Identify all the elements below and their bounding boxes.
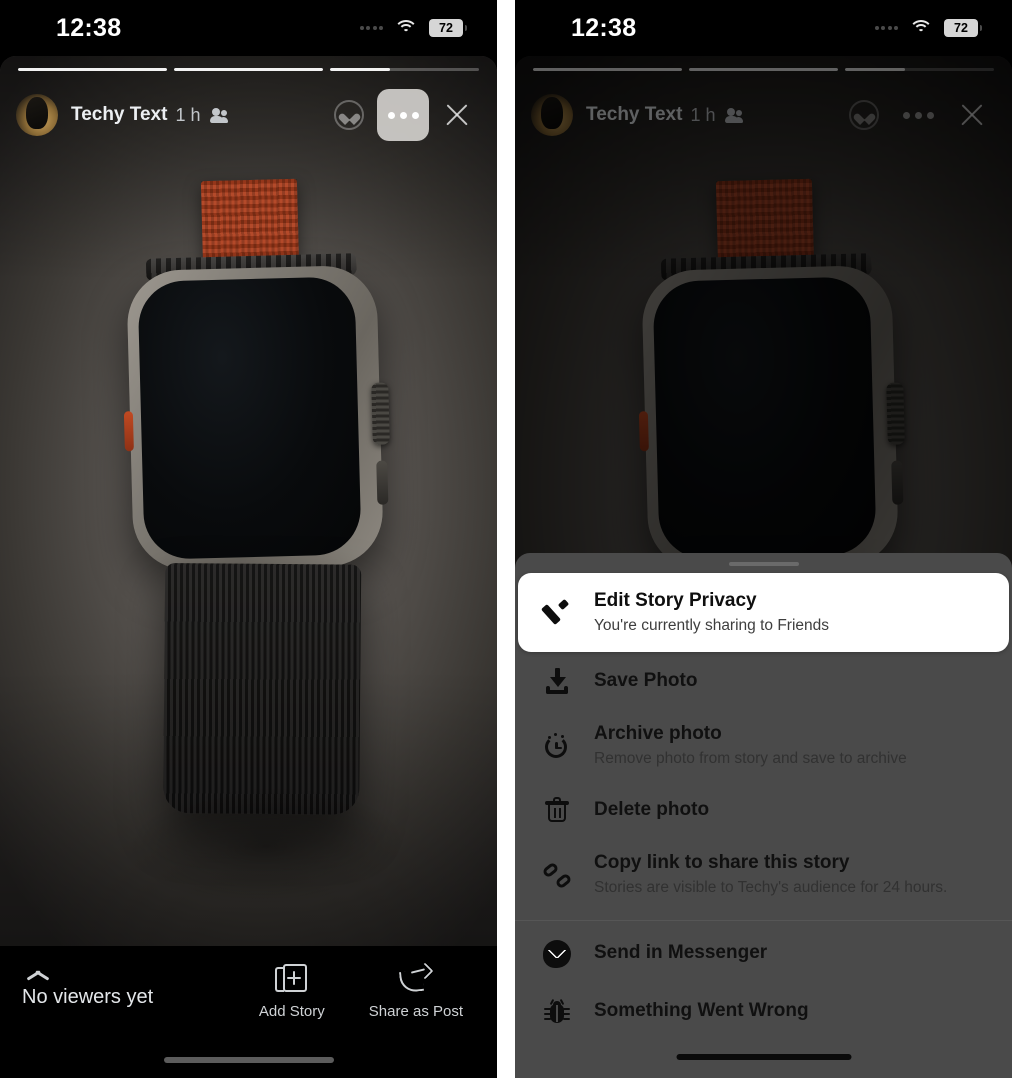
menu-item-title: Send in Messenger: [594, 942, 768, 964]
more-options-button[interactable]: [377, 89, 429, 141]
story-header-actions: [323, 89, 483, 141]
viewers-label: No viewers yet: [22, 986, 154, 1008]
pencil-icon: [541, 597, 573, 629]
add-story-label: Add Story: [258, 1003, 325, 1020]
phone-panel-story-view: 12:38 72 Techy Text 1 h No viewers yet A…: [0, 0, 497, 1078]
story-timestamp: 1 h: [175, 104, 201, 125]
archive-clock-icon: [541, 730, 573, 762]
menu-item-copy-link[interactable]: Copy link to share this story Stories ar…: [515, 839, 1012, 910]
cellular-signal-icon: [359, 26, 383, 30]
status-time: 12:38: [571, 13, 637, 42]
bug-icon: [541, 996, 573, 1028]
menu-item-delete-photo[interactable]: Delete photo: [515, 781, 1012, 839]
menu-item-title: Archive photo: [594, 723, 722, 745]
add-story-button[interactable]: Add Story: [259, 964, 325, 1020]
menu-item-title: Something Went Wrong: [594, 1000, 809, 1022]
menu-item-send-in-messenger[interactable]: Send in Messenger: [515, 925, 1012, 983]
close-icon: [443, 101, 471, 129]
phone-panel-action-sheet: 12:38 72 Edit Story Privacy You're curre…: [515, 0, 1012, 1078]
share-as-post-button[interactable]: Share as Post: [368, 962, 463, 1020]
avatar[interactable]: [16, 94, 58, 136]
more-options-icon: [387, 111, 419, 119]
react-icon: [334, 100, 364, 130]
menu-item-title: Delete photo: [594, 798, 710, 820]
menu-item-subtitle: Stories are visible to Techy's audience …: [594, 879, 948, 897]
status-bar-right: 12:38 72: [515, 0, 1012, 56]
menu-item-archive-photo[interactable]: Archive photo Remove photo from story an…: [515, 710, 1012, 781]
story-author-name: Techy Text: [71, 104, 168, 125]
trash-icon: [541, 794, 573, 826]
menu-item-something-went-wrong[interactable]: Something Went Wrong: [515, 983, 1012, 1041]
link-icon: [541, 859, 573, 891]
story-author-block[interactable]: Techy Text 1 h: [71, 104, 229, 126]
status-time: 12:38: [56, 13, 122, 42]
story-options-action-sheet: Edit Story Privacy You're currently shar…: [515, 553, 1012, 1078]
story-progress-bar: [18, 68, 479, 72]
progress-segment: [330, 68, 479, 72]
action-sheet-items: Edit Story Privacy You're currently shar…: [515, 566, 1012, 1078]
menu-item-title: Copy link to share this story: [594, 852, 850, 874]
share-as-post-label: Share as Post: [368, 1003, 463, 1020]
story-photo: [0, 56, 497, 1078]
progress-segment: [174, 68, 323, 72]
share-arrow-icon: [398, 962, 434, 995]
close-button[interactable]: [431, 89, 483, 141]
status-indicators: 72: [874, 19, 982, 37]
battery-icon: 72: [429, 19, 467, 37]
download-icon: [541, 665, 573, 697]
story-viewer[interactable]: Techy Text 1 h No viewers yet Add Story …: [0, 56, 497, 1078]
status-indicators: 72: [359, 19, 467, 37]
menu-item-title: Edit Story Privacy: [594, 590, 757, 611]
battery-level: 72: [954, 20, 968, 35]
footer-actions: Add Story Share as Post: [259, 962, 475, 1020]
status-bar-left: 12:38 72: [0, 0, 497, 56]
screenshot-root: 12:38 72 Techy Text 1 h No viewers yet A…: [0, 0, 1012, 1078]
menu-item-edit-story-privacy[interactable]: Edit Story Privacy You're currently shar…: [518, 573, 1009, 653]
viewers-button[interactable]: No viewers yet: [22, 964, 153, 1009]
friends-icon: [208, 107, 229, 123]
add-story-icon: [274, 964, 309, 995]
cellular-signal-icon: [874, 26, 898, 30]
menu-item-subtitle: Remove photo from story and save to arch…: [594, 749, 907, 767]
home-indicator: [676, 1054, 851, 1060]
menu-item-subtitle: You're currently sharing to Friends: [594, 616, 830, 634]
home-indicator: [163, 1057, 334, 1063]
wifi-icon: [394, 19, 418, 37]
story-footer: No viewers yet Add Story Share as Post: [0, 946, 497, 1078]
react-button[interactable]: [323, 89, 375, 141]
menu-item-title: Save Photo: [594, 669, 698, 691]
battery-level: 72: [439, 20, 453, 35]
chevron-up-icon: [25, 964, 51, 977]
menu-group-divider: [515, 919, 1012, 921]
story-header: Techy Text 1 h: [0, 84, 497, 146]
menu-item-save-photo[interactable]: Save Photo: [515, 652, 1012, 710]
wifi-icon: [909, 19, 933, 37]
progress-segment: [18, 68, 167, 72]
messenger-icon: [541, 938, 573, 970]
battery-icon: 72: [944, 19, 982, 37]
